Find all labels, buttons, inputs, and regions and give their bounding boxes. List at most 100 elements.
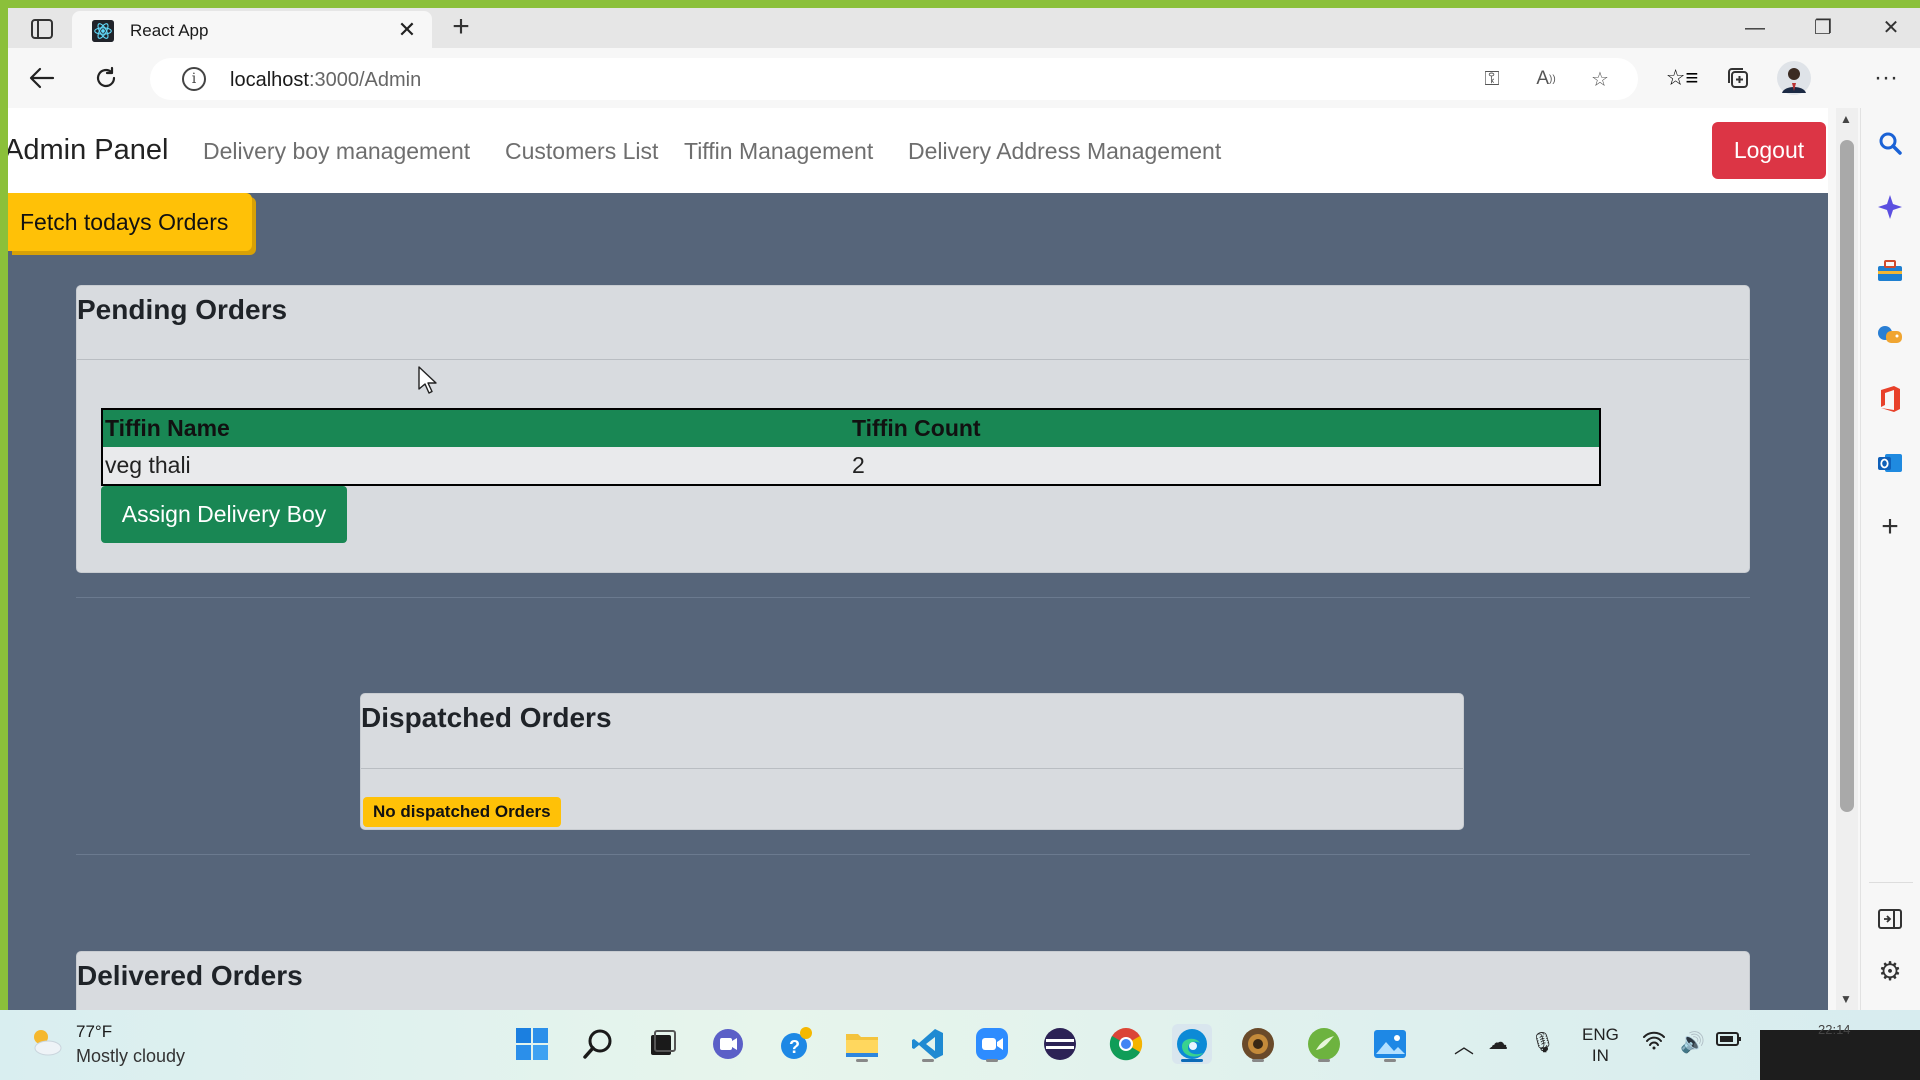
settings-icon[interactable]: ⚙ bbox=[1873, 954, 1907, 988]
url-path: :3000/Admin bbox=[308, 69, 422, 91]
nav-link-tiffin-management[interactable]: Tiffin Management bbox=[684, 138, 873, 165]
restore-button[interactable]: ❐ bbox=[1796, 12, 1850, 44]
favorites-icon[interactable]: ☆≡ bbox=[1662, 60, 1702, 96]
svg-text:?: ? bbox=[789, 1037, 800, 1057]
scroll-thumb[interactable] bbox=[1840, 140, 1854, 812]
delivered-orders-card: Delivered Orders bbox=[76, 951, 1750, 1010]
zoom-icon[interactable] bbox=[972, 1024, 1012, 1064]
pending-orders-table: Tiffin Name Tiffin Count veg thali 2 bbox=[101, 408, 1601, 486]
start-button[interactable] bbox=[512, 1024, 552, 1064]
office-icon[interactable] bbox=[1873, 382, 1907, 416]
more-options-icon[interactable]: ··· bbox=[1866, 60, 1906, 96]
task-view-icon[interactable] bbox=[642, 1024, 682, 1064]
minimize-button[interactable]: — bbox=[1728, 12, 1782, 44]
windows-taskbar: 77°F Mostly cloudy ? ︿ ☁ 🎙 ENG IN 🔊 22:1… bbox=[0, 1010, 1920, 1080]
edge-sidebar: + ⚙ bbox=[1860, 108, 1920, 1010]
language-indicator[interactable]: ENG IN bbox=[1582, 1024, 1619, 1066]
copilot-icon[interactable] bbox=[1873, 190, 1907, 224]
weather-cloudy-icon[interactable] bbox=[28, 1024, 64, 1060]
language-code: ENG bbox=[1582, 1025, 1619, 1044]
tab-bar: React App ✕ + — ❐ ✕ bbox=[8, 8, 1920, 48]
microphone-icon[interactable]: 🎙 bbox=[1530, 1030, 1555, 1055]
split-screen-icon[interactable] bbox=[1873, 902, 1907, 936]
running-indicator bbox=[1384, 1059, 1396, 1062]
password-key-icon[interactable]: ⚿ bbox=[1478, 66, 1506, 92]
file-explorer-icon[interactable] bbox=[842, 1024, 882, 1064]
pending-orders-title: Pending Orders bbox=[77, 294, 288, 325]
search-icon[interactable] bbox=[1873, 126, 1907, 160]
scroll-up-icon[interactable]: ▲ bbox=[1840, 112, 1852, 126]
gear-app-icon[interactable] bbox=[1238, 1024, 1278, 1064]
wifi-icon[interactable] bbox=[1642, 1030, 1666, 1056]
weather-description[interactable]: Mostly cloudy bbox=[76, 1046, 185, 1067]
assign-delivery-boy-button[interactable]: Assign Delivery Boy bbox=[101, 486, 347, 543]
mouse-pointer-icon bbox=[418, 366, 437, 394]
browser-toolbar: i localhost:3000/Admin ⚿ A)) ☆ ☆≡ ··· bbox=[8, 48, 1920, 108]
eclipse-icon[interactable] bbox=[1040, 1024, 1080, 1064]
url-host: localhost bbox=[230, 69, 309, 91]
nav-link-delivery-address-management[interactable]: Delivery Address Management bbox=[908, 138, 1221, 165]
logout-button[interactable]: Logout bbox=[1712, 122, 1826, 179]
chrome-icon[interactable] bbox=[1106, 1024, 1146, 1064]
spring-tool-icon[interactable] bbox=[1304, 1024, 1344, 1064]
no-dispatched-orders-badge: No dispatched Orders bbox=[363, 797, 561, 827]
scroll-down-icon[interactable]: ▼ bbox=[1840, 992, 1852, 1006]
table-header-row: Tiffin Name Tiffin Count bbox=[102, 409, 1600, 447]
card-divider bbox=[361, 768, 1463, 769]
nav-link-delivery-boy-management[interactable]: Delivery boy management bbox=[203, 138, 470, 165]
new-tab-button[interactable]: + bbox=[443, 12, 479, 44]
refresh-icon bbox=[96, 66, 116, 88]
tab-actions-icon[interactable] bbox=[22, 14, 62, 44]
section-separator bbox=[76, 597, 1750, 598]
region-code: IN bbox=[1591, 1046, 1609, 1065]
edge-icon[interactable] bbox=[1172, 1024, 1212, 1064]
clock-time: 22:14 bbox=[1818, 1022, 1851, 1037]
back-button[interactable] bbox=[22, 60, 62, 96]
weather-temperature[interactable]: 77°F bbox=[76, 1022, 112, 1042]
close-window-button[interactable]: ✕ bbox=[1864, 12, 1918, 44]
site-info-icon[interactable]: i bbox=[182, 67, 206, 91]
vscode-icon[interactable] bbox=[908, 1024, 948, 1064]
search-taskbar-icon[interactable] bbox=[578, 1024, 618, 1064]
running-indicator bbox=[1318, 1059, 1330, 1062]
read-aloud-icon[interactable]: A)) bbox=[1532, 66, 1560, 92]
help-icon[interactable]: ? bbox=[776, 1024, 816, 1064]
volume-icon[interactable]: 🔊 bbox=[1680, 1030, 1705, 1055]
teams-chat-icon[interactable] bbox=[708, 1024, 748, 1064]
show-hidden-icons[interactable]: ︿ bbox=[1454, 1030, 1474, 1059]
pending-orders-card: Pending Orders Tiffin Name Tiffin Count … bbox=[76, 285, 1750, 573]
close-tab-icon[interactable]: ✕ bbox=[394, 17, 420, 43]
photos-icon[interactable] bbox=[1370, 1024, 1410, 1064]
active-indicator bbox=[1181, 1059, 1203, 1062]
profile-avatar[interactable] bbox=[1774, 60, 1814, 96]
running-indicator bbox=[922, 1059, 934, 1062]
column-header-tiffin-name: Tiffin Name bbox=[102, 409, 850, 447]
address-bar[interactable]: i localhost:3000/Admin ⚿ A)) ☆ bbox=[150, 58, 1638, 100]
page-viewport: Admin Panel Delivery boy management Cust… bbox=[8, 108, 1828, 1010]
table-row: veg thali 2 bbox=[102, 447, 1600, 485]
card-divider bbox=[77, 359, 1749, 360]
admin-navbar: Admin Panel Delivery boy management Cust… bbox=[8, 108, 1828, 193]
collections-icon[interactable] bbox=[1718, 60, 1758, 96]
games-icon[interactable] bbox=[1873, 318, 1907, 352]
running-indicator bbox=[1252, 1059, 1264, 1062]
section-separator bbox=[76, 854, 1750, 855]
react-logo-icon bbox=[92, 20, 114, 42]
refresh-button[interactable] bbox=[86, 60, 126, 96]
fetch-todays-orders-button[interactable]: Fetch todays Orders bbox=[8, 193, 252, 251]
add-favorite-icon[interactable]: ☆ bbox=[1586, 66, 1614, 92]
active-tab[interactable]: React App ✕ bbox=[72, 11, 432, 48]
tools-icon[interactable] bbox=[1873, 254, 1907, 288]
running-indicator bbox=[986, 1059, 998, 1062]
battery-icon[interactable] bbox=[1716, 1030, 1742, 1053]
navbar-brand[interactable]: Admin Panel bbox=[8, 134, 168, 167]
clock-area[interactable] bbox=[1760, 1030, 1920, 1080]
onedrive-icon[interactable]: ☁ bbox=[1488, 1030, 1508, 1055]
add-icon[interactable]: + bbox=[1873, 510, 1907, 544]
column-header-tiffin-count: Tiffin Count bbox=[850, 409, 1600, 447]
nav-link-customers-list[interactable]: Customers List bbox=[505, 138, 658, 165]
outlook-icon[interactable] bbox=[1873, 446, 1907, 480]
browser-window: React App ✕ + — ❐ ✕ i localhost:3000/Adm… bbox=[8, 8, 1920, 1010]
page-scrollbar[interactable]: ▲ ▼ bbox=[1836, 108, 1858, 1010]
url-text[interactable]: localhost:3000/Admin bbox=[230, 69, 421, 92]
